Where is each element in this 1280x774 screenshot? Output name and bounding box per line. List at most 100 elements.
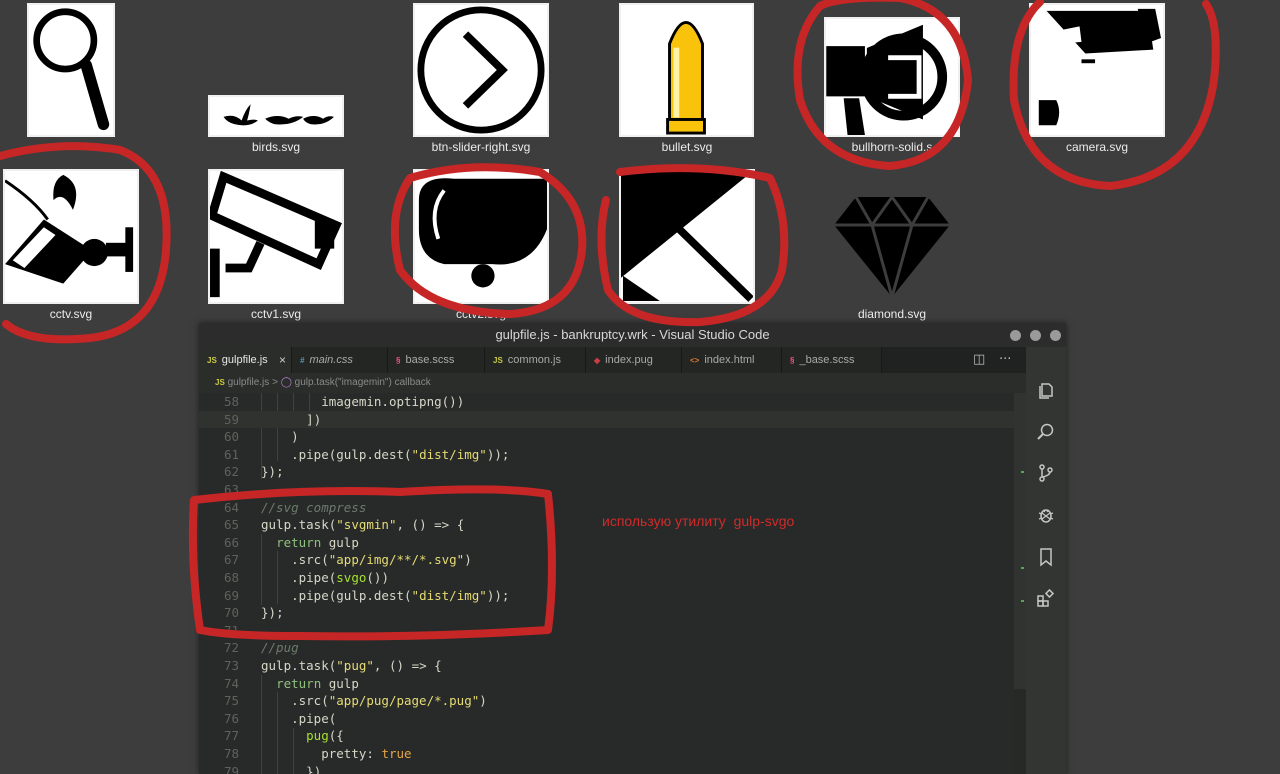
file-thumb-bullet[interactable] bbox=[619, 3, 754, 137]
code-line[interactable]: 76 .pipe( bbox=[199, 710, 1014, 728]
title-bar: gulpfile.js - bankruptcy.wrk - Visual St… bbox=[199, 323, 1066, 347]
code-text: }) bbox=[306, 763, 322, 774]
tab-index-pug[interactable]: ◆ index.pug bbox=[586, 347, 682, 373]
split-editor-icon[interactable]: ◫ bbox=[973, 347, 985, 373]
code-line[interactable]: 62}); bbox=[199, 463, 1014, 481]
file-name: cctv1.svg bbox=[250, 307, 301, 321]
code-line[interactable]: 75 .src("app/pug/page/*.pug") bbox=[199, 692, 1014, 710]
code-line[interactable]: 72 //pug bbox=[199, 639, 1014, 657]
cctv1-icon bbox=[210, 171, 342, 298]
scss-file-icon: § bbox=[396, 356, 401, 365]
maximize-button[interactable] bbox=[1030, 330, 1041, 341]
code-line[interactable]: 63 bbox=[199, 481, 1014, 499]
bullhorn-icon bbox=[826, 24, 948, 135]
file-thumb-cctv[interactable] bbox=[3, 169, 139, 304]
line-number: 71 bbox=[223, 622, 239, 638]
code-text: pug({ bbox=[306, 728, 344, 744]
close-window-button[interactable] bbox=[1050, 330, 1061, 341]
code-line[interactable]: 67 .src("app/img/**/*.svg") bbox=[199, 551, 1014, 569]
code-line[interactable]: 77 pug({ bbox=[199, 727, 1014, 745]
more-actions-icon[interactable]: ··· bbox=[999, 347, 1011, 373]
line-number: 58 bbox=[223, 394, 239, 409]
tab-label: gulpfile.js bbox=[221, 354, 268, 366]
code-line[interactable]: 68 .pipe(svgo()) bbox=[199, 569, 1014, 587]
breadcrumb-symbol[interactable]: gulp.task("imagemin") callback bbox=[295, 377, 431, 388]
code-line[interactable]: 78 pretty: true bbox=[199, 745, 1014, 763]
code-text: .pipe( bbox=[291, 710, 337, 726]
code-text: gulp.task("svgmin", () => { bbox=[261, 517, 465, 533]
code-line[interactable]: 71 bbox=[199, 622, 1014, 640]
line-number: 79 bbox=[223, 763, 239, 774]
tab-main-css[interactable]: # main.css bbox=[292, 347, 388, 373]
extensions-icon[interactable] bbox=[1036, 588, 1056, 608]
file-thumb-cctv2[interactable] bbox=[413, 169, 549, 304]
source-control-icon[interactable] bbox=[1036, 463, 1056, 483]
code-line[interactable]: 61 .pipe(gulp.dest("dist/img")); bbox=[199, 446, 1014, 464]
explorer-icon[interactable] bbox=[1036, 381, 1056, 401]
file-thumb-camera[interactable] bbox=[1029, 3, 1165, 137]
line-number: 63 bbox=[223, 482, 239, 497]
minimize-button[interactable] bbox=[1010, 330, 1021, 341]
line-number: 68 bbox=[223, 570, 239, 585]
file-thumb-birds[interactable] bbox=[208, 95, 344, 137]
file-name: diamond.svg bbox=[857, 307, 927, 321]
file-name: birds.svg bbox=[251, 140, 301, 154]
code-editor[interactable]: 58 imagemin.optipng()) 59 ]) 60 ) 61 .pipe(… bbox=[199, 393, 1014, 774]
breadcrumb-file[interactable]: gulpfile.js bbox=[228, 377, 270, 388]
code-line[interactable]: 66 return gulp bbox=[199, 534, 1014, 552]
file-thumb-magnifier[interactable] bbox=[27, 3, 115, 137]
code-text: imagemin.optipng()) bbox=[321, 394, 465, 409]
code-line[interactable]: 74 return gulp bbox=[199, 675, 1014, 693]
minimap-marker bbox=[1021, 567, 1024, 569]
close-icon[interactable]: × bbox=[279, 347, 286, 373]
js-file-icon: JS bbox=[207, 356, 217, 365]
code-text: ]) bbox=[306, 411, 322, 427]
line-number: 62 bbox=[223, 464, 239, 480]
code-line[interactable]: 69 .pipe(gulp.dest("dist/img")); bbox=[199, 587, 1014, 605]
minimap-slider[interactable] bbox=[1014, 393, 1026, 689]
tab-label: index.pug bbox=[605, 354, 653, 366]
tab-common-js[interactable]: JS common.js bbox=[485, 347, 586, 373]
code-line[interactable]: 60 ) bbox=[199, 428, 1014, 446]
cctv-icon bbox=[5, 174, 134, 284]
file-thumb-slider-right[interactable] bbox=[413, 3, 549, 137]
vscode-window: gulpfile.js - bankruptcy.wrk - Visual St… bbox=[199, 323, 1066, 774]
js-file-icon: JS bbox=[493, 356, 503, 365]
code-text: //svg compress bbox=[261, 499, 367, 515]
code-line[interactable]: 70}); bbox=[199, 604, 1014, 622]
code-line[interactable]: 59 ]) bbox=[199, 410, 1014, 429]
magnifier-icon bbox=[33, 8, 110, 131]
code-text: .src("app/img/**/*.svg") bbox=[291, 552, 472, 568]
bullet-icon bbox=[666, 21, 706, 135]
activity-bar bbox=[1026, 347, 1066, 774]
pug-file-icon: ◆ bbox=[594, 356, 601, 365]
code-text: .pipe(svgo()) bbox=[291, 570, 389, 585]
code-text: pretty: true bbox=[321, 746, 412, 761]
file-thumb-diamond[interactable] bbox=[824, 169, 960, 304]
code-line[interactable]: 58 imagemin.optipng()) bbox=[199, 393, 1014, 411]
minimap[interactable] bbox=[1014, 393, 1026, 774]
line-number: 77 bbox=[223, 728, 239, 744]
window-title: gulpfile.js - bankruptcy.wrk - Visual St… bbox=[495, 327, 770, 342]
minimap-marker bbox=[1021, 471, 1024, 473]
bookmark-icon[interactable] bbox=[1036, 547, 1056, 567]
code-line[interactable]: 73 gulp.task("pug", () => { bbox=[199, 657, 1014, 675]
cctv2-icon bbox=[418, 178, 547, 288]
file-thumb-cctv1[interactable] bbox=[208, 169, 344, 304]
search-icon[interactable] bbox=[1036, 422, 1056, 442]
tab-index-html[interactable]: <> index.html bbox=[682, 347, 782, 373]
debug-icon[interactable] bbox=[1036, 505, 1056, 525]
tab-base-scss[interactable]: § base.scss bbox=[388, 347, 485, 373]
code-text: ) bbox=[291, 429, 299, 445]
tab-gulpfile[interactable]: JS gulpfile.js × bbox=[199, 347, 292, 373]
camera-icon bbox=[1038, 8, 1162, 126]
js-file-icon: JS bbox=[215, 378, 225, 387]
file-name: cctv.svg bbox=[49, 307, 93, 321]
code-text: return gulp bbox=[276, 675, 359, 691]
file-thumb-bullhorn[interactable] bbox=[824, 17, 960, 137]
code-line[interactable]: 79 }) bbox=[199, 763, 1014, 774]
file-thumb-broken[interactable] bbox=[619, 169, 755, 304]
tab-base-scss-partial[interactable]: § _base.scss bbox=[782, 347, 882, 373]
code-text: .pipe(gulp.dest("dist/img")); bbox=[291, 446, 510, 462]
code-text: }); bbox=[261, 464, 284, 480]
